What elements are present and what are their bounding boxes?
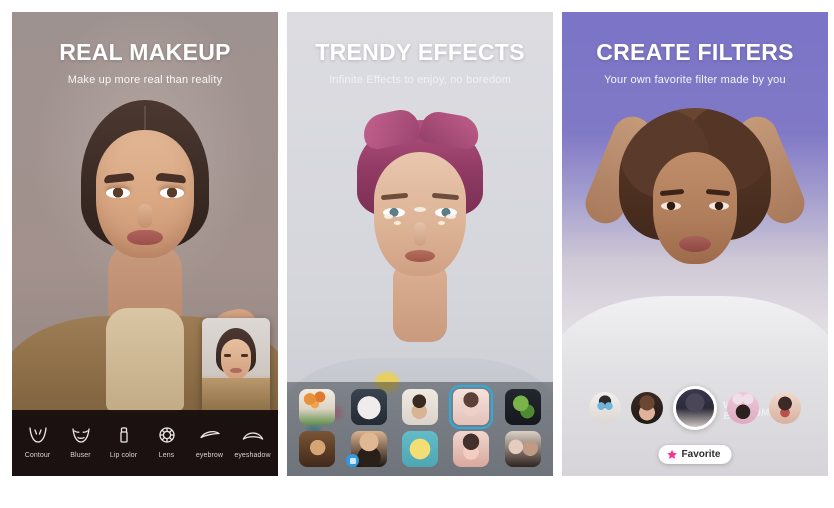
sunglasses-filter-selected[interactable] bbox=[673, 386, 717, 430]
cream-dot bbox=[446, 214, 456, 219]
model-collar bbox=[106, 308, 184, 412]
subject-face bbox=[653, 152, 737, 264]
blush-girl-effect bbox=[453, 431, 490, 467]
effect-cell[interactable] bbox=[344, 388, 392, 426]
frog-effect bbox=[504, 389, 541, 425]
model-face bbox=[96, 130, 194, 258]
eyebrow-right bbox=[705, 188, 731, 197]
favorite-button[interactable]: Favorite bbox=[658, 445, 732, 464]
lemon-face-effect bbox=[401, 431, 438, 467]
glow-girl-effect bbox=[449, 385, 494, 429]
cat-face-filter[interactable] bbox=[589, 392, 621, 424]
preview-eye-left bbox=[224, 354, 231, 357]
eye-left bbox=[661, 202, 681, 210]
duo-girls-effect bbox=[504, 431, 541, 467]
effect-cell[interactable] bbox=[396, 430, 444, 468]
preview-eye-right bbox=[241, 354, 248, 357]
toolbar-label: Bluser bbox=[70, 452, 91, 459]
toolbar-label: Lens bbox=[158, 452, 175, 459]
toolbar-label: eyeshadow bbox=[234, 452, 271, 459]
eyebrow-left bbox=[659, 188, 685, 197]
panel-real-makeup: REAL MAKEUP Make up more real than reali… bbox=[12, 12, 278, 476]
favorite-label: Favorite bbox=[681, 449, 721, 460]
nose bbox=[414, 222, 426, 246]
lips bbox=[405, 250, 435, 262]
retro-girl-filter[interactable] bbox=[631, 392, 663, 424]
effect-cell[interactable] bbox=[447, 430, 495, 468]
nose bbox=[138, 204, 152, 228]
filter-carousel bbox=[562, 386, 828, 430]
cream-dot bbox=[414, 207, 426, 212]
eyebrow-icon bbox=[199, 430, 220, 439]
effect-cell[interactable] bbox=[499, 430, 547, 468]
toolbar-label: Lip color bbox=[109, 452, 138, 459]
eyebrow-left bbox=[103, 172, 135, 184]
eye-right bbox=[160, 188, 184, 198]
eyebrow-right bbox=[155, 172, 187, 184]
vintage-effect bbox=[299, 431, 336, 467]
lens-icon bbox=[158, 427, 175, 443]
effects-grid bbox=[287, 382, 553, 476]
toolbar-item-eyeshadow[interactable]: eyeshadow bbox=[231, 425, 274, 459]
eye-left bbox=[106, 188, 130, 198]
makeup-toolbar: Contour Bluser Lip color Lens eyebrow ey… bbox=[12, 410, 278, 476]
toolbar-item-lens[interactable]: Lens bbox=[145, 425, 188, 459]
effect-cell[interactable] bbox=[499, 388, 547, 426]
subject-face bbox=[374, 152, 466, 276]
before-after-preview[interactable] bbox=[202, 318, 270, 414]
toolbar-item-eyebrow[interactable]: eyebrow bbox=[188, 425, 231, 459]
panel-create-filters: CREATE FILTERS Your own favorite filter … bbox=[562, 12, 828, 476]
lipstick-icon bbox=[119, 427, 128, 443]
cream-dot bbox=[438, 221, 445, 225]
contour-icon bbox=[28, 427, 47, 443]
cream-dot bbox=[394, 221, 401, 225]
portrait-effect bbox=[401, 389, 438, 425]
effect-cell[interactable] bbox=[344, 430, 392, 468]
blusher-icon bbox=[71, 428, 90, 443]
screenshot-stage: REAL MAKEUP Make up more real than reali… bbox=[0, 0, 834, 508]
preview-body bbox=[202, 378, 270, 414]
toolbar-item-blusher[interactable]: Bluser bbox=[59, 425, 102, 459]
toolbar-item-lip-color[interactable]: Lip color bbox=[102, 425, 145, 459]
eyeshadow-icon bbox=[242, 432, 263, 440]
star-icon bbox=[667, 449, 677, 459]
panel-trendy-effects: TRENDY EFFECTS Infinite Effects to enjoy… bbox=[287, 12, 553, 476]
eyebrow-left bbox=[380, 192, 409, 201]
toolbar-item-contour[interactable]: Contour bbox=[16, 425, 59, 459]
lips bbox=[127, 230, 163, 245]
effect-cell-selected[interactable] bbox=[447, 385, 495, 429]
eye-right bbox=[709, 202, 729, 210]
tulips-effect bbox=[299, 389, 336, 425]
lips bbox=[679, 236, 711, 252]
effect-cell[interactable] bbox=[293, 430, 341, 468]
cream-dot bbox=[384, 214, 393, 219]
effect-cell[interactable] bbox=[396, 388, 444, 426]
preview-face bbox=[221, 339, 251, 379]
bunny-ears-filter[interactable] bbox=[727, 392, 759, 424]
glam-face-filter[interactable] bbox=[769, 392, 801, 424]
preview-lips bbox=[230, 368, 242, 373]
effect-cell[interactable] bbox=[293, 388, 341, 426]
eyebrow-right bbox=[431, 192, 460, 201]
toolbar-label: eyebrow bbox=[195, 452, 224, 459]
white-mask-effect bbox=[350, 389, 387, 425]
toolbar-label: Contour bbox=[24, 452, 51, 459]
